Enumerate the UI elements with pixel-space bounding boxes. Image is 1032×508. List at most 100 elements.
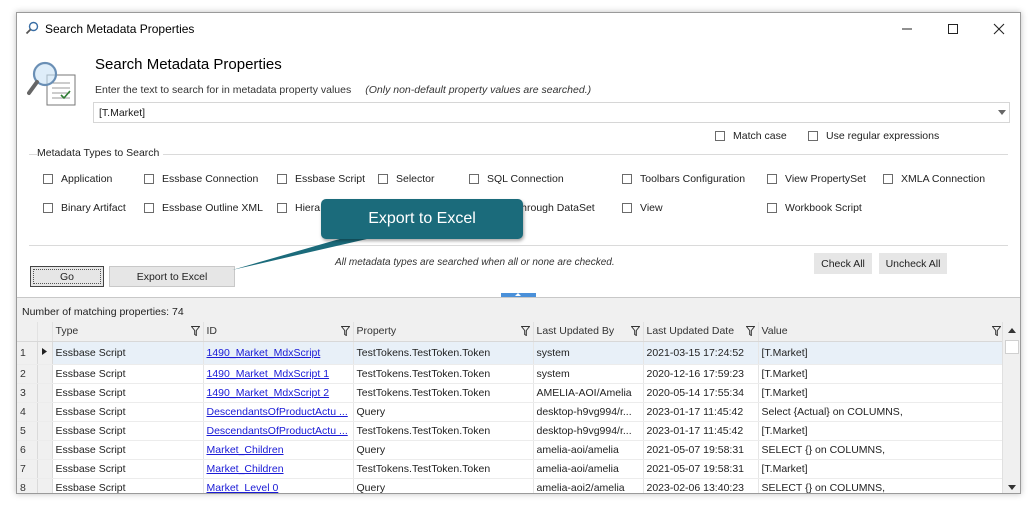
type-checkbox-essbase-connection[interactable]: Essbase Connection: [144, 173, 258, 185]
cell-id-link[interactable]: 1490_Market_MdxScript 1: [203, 364, 354, 384]
column-header-value[interactable]: Value: [758, 322, 1005, 342]
cell-type: Essbase Script: [52, 459, 204, 479]
title-bar: Search Metadata Properties: [17, 13, 1020, 45]
id-link-text[interactable]: Market_Children: [207, 463, 284, 475]
table-row[interactable]: 6 Essbase Script Market_Children Query a…: [17, 440, 1005, 460]
minimize-button[interactable]: [884, 13, 930, 45]
filter-icon[interactable]: [745, 326, 755, 336]
dropdown-arrow-icon[interactable]: [998, 110, 1006, 115]
row-number: 8: [17, 478, 38, 493]
filter-icon[interactable]: [991, 326, 1001, 336]
checkbox-label: XMLA Connection: [901, 173, 986, 185]
cell-type: Essbase Script: [52, 341, 204, 365]
id-link-text[interactable]: DescendantsOfProductActu ...: [207, 425, 348, 437]
close-button[interactable]: [976, 13, 1020, 45]
uncheck-all-label: Uncheck All: [885, 257, 941, 270]
go-button[interactable]: Go: [30, 266, 104, 287]
filter-icon[interactable]: [190, 326, 200, 336]
row-number: 5: [17, 421, 38, 441]
cell-id-link[interactable]: Market_Children: [203, 440, 354, 460]
checkbox-label: SQL Connection: [487, 173, 564, 185]
regex-checkbox[interactable]: Use regular expressions: [808, 130, 939, 142]
cell-property: TestTokens.TestToken.Token: [353, 341, 534, 365]
cell-updated-date: 2021-03-15 17:24:52: [643, 341, 759, 365]
row-number: 2: [17, 364, 38, 384]
header-label: Type: [55, 325, 79, 338]
cell-id-link[interactable]: DescendantsOfProductActu ...: [203, 402, 354, 422]
type-checkbox-toolbars-configuration[interactable]: Toolbars Configuration: [622, 173, 745, 185]
uncheck-all-button[interactable]: Uncheck All: [879, 253, 947, 274]
actions-divider: [29, 245, 1008, 246]
filter-icon[interactable]: [520, 326, 530, 336]
cell-id-link[interactable]: 1490_Market_MdxScript: [203, 341, 354, 365]
column-header-last-updated-by[interactable]: Last Updated By: [533, 322, 644, 342]
id-link-text[interactable]: Market_Children: [207, 444, 284, 456]
cell-type: Essbase Script: [52, 402, 204, 422]
cell-id-link[interactable]: Market_Children: [203, 459, 354, 479]
id-link-text[interactable]: 1490_Market_MdxScript 1: [207, 368, 330, 380]
checkbox-box: [277, 174, 287, 184]
id-link-text[interactable]: Market_Level 0: [207, 482, 279, 494]
checkbox-label: Hiera: [295, 202, 321, 214]
cell-value: [T.Market]: [758, 383, 1005, 403]
column-header-last-updated-date[interactable]: Last Updated Date: [643, 322, 759, 342]
row-number-header: [17, 322, 38, 342]
type-checkbox-workbook-script[interactable]: Workbook Script: [767, 202, 862, 214]
type-checkbox-essbase-outline-xml[interactable]: Essbase Outline XML: [144, 202, 263, 214]
cell-updated-by: system: [533, 341, 644, 365]
cell-id-link[interactable]: Market_Level 0: [203, 478, 354, 494]
type-checkbox-essbase-script[interactable]: Essbase Script: [277, 173, 365, 185]
cell-id-link[interactable]: 1490_Market_MdxScript 2: [203, 383, 354, 403]
search-metadata-window: Search Metadata Properties Search Metada…: [16, 12, 1021, 494]
type-checkbox-hierarchy[interactable]: Hiera: [277, 202, 320, 214]
cell-property: TestTokens.TestToken.Token: [353, 421, 534, 441]
id-link-text[interactable]: 1490_Market_MdxScript: [207, 347, 321, 359]
table-row[interactable]: 2 Essbase Script 1490_Market_MdxScript 1…: [17, 364, 1005, 384]
table-row[interactable]: 3 Essbase Script 1490_Market_MdxScript 2…: [17, 383, 1005, 403]
search-input[interactable]: [T.Market]: [93, 102, 1010, 123]
header-label: Property: [356, 325, 397, 338]
maximize-button[interactable]: [930, 13, 976, 45]
type-checkbox-xmla-connection[interactable]: XMLA Connection: [883, 173, 985, 185]
type-checkbox-sql-connection[interactable]: SQL Connection: [469, 173, 564, 185]
cell-updated-by: amelia-aoi/amelia: [533, 459, 644, 479]
cell-type: Essbase Script: [52, 364, 204, 384]
type-checkbox-selector[interactable]: Selector: [378, 173, 435, 185]
table-row[interactable]: 1 Essbase Script 1490_Market_MdxScript T…: [17, 341, 1005, 365]
type-checkbox-binary-artifact[interactable]: Binary Artifact: [43, 202, 126, 214]
table-row[interactable]: 7 Essbase Script Market_Children TestTok…: [17, 459, 1005, 479]
row-number: 1: [17, 341, 38, 365]
export-to-excel-button[interactable]: Export to Excel: [109, 266, 235, 287]
filter-icon[interactable]: [340, 326, 350, 336]
cell-updated-date: 2023-01-17 11:45:42: [643, 402, 759, 422]
type-checkbox-view-propertyset[interactable]: View PropertySet: [767, 173, 866, 185]
scroll-thumb[interactable]: [1005, 340, 1019, 354]
cell-updated-date: 2020-12-16 17:59:23: [643, 364, 759, 384]
column-header-id[interactable]: ID: [203, 322, 354, 342]
filter-icon[interactable]: [630, 326, 640, 336]
header-label: Last Updated By: [536, 325, 615, 338]
cell-id-link[interactable]: DescendantsOfProductActu ...: [203, 421, 354, 441]
id-link-text[interactable]: 1490_Market_MdxScript 2: [207, 387, 330, 399]
header-title: Search Metadata Properties: [95, 56, 282, 73]
types-note: All metadata types are searched when all…: [335, 257, 615, 268]
type-checkbox-view[interactable]: View: [622, 202, 663, 214]
checkbox-box: [144, 174, 154, 184]
cell-updated-by: system: [533, 364, 644, 384]
check-all-button[interactable]: Check All: [814, 253, 872, 274]
type-checkbox-passthrough-dataset[interactable]: sthrough DataSet: [513, 202, 595, 214]
match-case-checkbox[interactable]: Match case: [715, 130, 787, 142]
scroll-up-icon[interactable]: [1008, 328, 1016, 333]
table-row[interactable]: 8 Essbase Script Market_Level 0 Query am…: [17, 478, 1005, 494]
table-row[interactable]: 5 Essbase Script DescendantsOfProductAct…: [17, 421, 1005, 441]
table-row[interactable]: 4 Essbase Script DescendantsOfProductAct…: [17, 402, 1005, 422]
id-link-text[interactable]: DescendantsOfProductActu ...: [207, 406, 348, 418]
type-checkbox-application[interactable]: Application: [43, 173, 112, 185]
scroll-down-icon[interactable]: [1008, 485, 1016, 490]
row-indicator: [37, 364, 53, 384]
vertical-scrollbar[interactable]: [1002, 322, 1020, 493]
table-header: Type ID Property Last Updated By Last Up…: [17, 322, 1005, 342]
column-header-type[interactable]: Type: [52, 322, 204, 342]
check-all-label: Check All: [821, 257, 865, 270]
column-header-property[interactable]: Property: [353, 322, 534, 342]
